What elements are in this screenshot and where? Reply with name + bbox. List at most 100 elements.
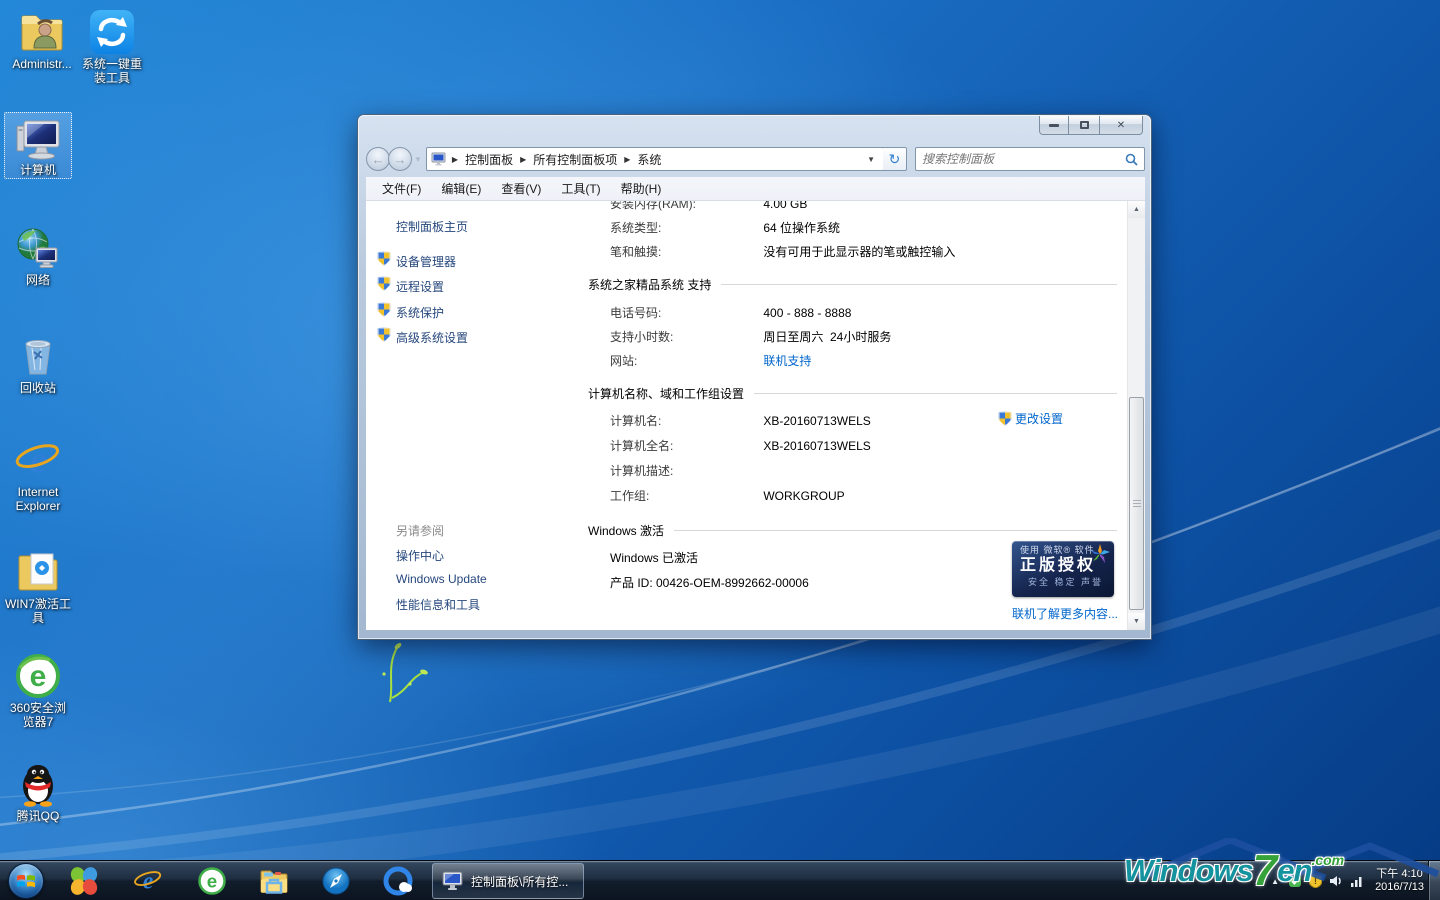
desktop-icon-label: Administr... bbox=[8, 57, 76, 71]
row-value: 400 - 888 - 8888 bbox=[763, 306, 851, 320]
control-panel-window-icon bbox=[442, 871, 464, 891]
vertical-scrollbar[interactable]: ▲ ▼ bbox=[1127, 201, 1145, 630]
row-label: 支持小时数: bbox=[610, 328, 760, 345]
desktop-icon-recycle-bin[interactable]: 回收站 bbox=[4, 330, 72, 397]
desktop-icon-win7-activation-tool[interactable]: WIN7激活工具 bbox=[4, 546, 72, 627]
explorer-folder-icon bbox=[259, 866, 289, 896]
scroll-down-button[interactable]: ▼ bbox=[1128, 613, 1145, 630]
menu-help[interactable]: 帮助(H) bbox=[611, 177, 672, 200]
search-input[interactable] bbox=[922, 152, 1125, 166]
row-label: 计算机名: bbox=[610, 412, 760, 429]
taskbar-qq-browser[interactable] bbox=[370, 861, 426, 900]
start-button[interactable] bbox=[8, 863, 44, 899]
minimize-button[interactable] bbox=[1039, 116, 1069, 135]
tray-network-icon[interactable] bbox=[1350, 874, 1364, 888]
desktop-icon-tencent-qq[interactable]: 腾讯QQ bbox=[4, 758, 72, 825]
computer-name-section-header: 计算机名称、域和工作组设置 bbox=[588, 385, 1117, 402]
taskbar-clock[interactable]: 下午 4:10 2016/7/13 bbox=[1371, 868, 1424, 894]
sidebar-see-also-header: 另请参阅 bbox=[396, 522, 444, 539]
recent-pages-dropdown-icon[interactable]: ▼ bbox=[414, 155, 422, 164]
genuine-star-icon bbox=[1090, 544, 1110, 564]
change-settings-link[interactable]: 更改设置 bbox=[1015, 410, 1063, 427]
desktop-icon-computer[interactable]: 计算机 bbox=[4, 112, 72, 179]
scrollbar-thumb[interactable] bbox=[1129, 397, 1144, 610]
maximize-button[interactable] bbox=[1069, 116, 1099, 135]
breadcrumb-arrow-icon: ▶ bbox=[520, 155, 526, 164]
row-label: 工作组: bbox=[610, 487, 760, 504]
row-label: 计算机全名: bbox=[610, 437, 760, 454]
taskbar-360-browser[interactable]: e bbox=[184, 861, 240, 900]
desktop-icon-label: WIN7激活工具 bbox=[4, 597, 72, 625]
row-value: WORKGROUP bbox=[763, 489, 844, 503]
row-label: 计算机描述: bbox=[610, 462, 760, 479]
taskbar-button-label: 控制面板\所有控... bbox=[471, 873, 568, 890]
qq-browser-icon bbox=[383, 866, 413, 896]
desktop: Administr... 系统一键重装工具 计算机 bbox=[0, 0, 1440, 900]
sidebar-performance-tools[interactable]: 性能信息和工具 bbox=[396, 596, 480, 613]
section-title: 计算机名称、域和工作组设置 bbox=[588, 385, 744, 402]
compass-browser-icon bbox=[321, 866, 351, 896]
info-row-website: 网站: 联机支持 bbox=[610, 352, 811, 369]
sidebar-advanced-settings[interactable]: 高级系统设置 bbox=[396, 329, 468, 346]
taskbar-compass-browser[interactable] bbox=[308, 861, 364, 900]
tray-green-icon[interactable] bbox=[1288, 874, 1302, 888]
360-browser-icon: e bbox=[197, 866, 227, 896]
taskbar-windows-explorer[interactable] bbox=[246, 861, 302, 900]
taskbar-internet-explorer[interactable]: e bbox=[120, 861, 176, 900]
row-label: 电话号码: bbox=[610, 304, 760, 321]
refresh-button[interactable]: ↻ bbox=[883, 147, 907, 171]
back-button[interactable]: ← bbox=[366, 147, 390, 171]
breadcrumb-control-panel[interactable]: 控制面板 bbox=[463, 149, 515, 170]
forward-button[interactable]: → bbox=[388, 147, 412, 171]
close-button[interactable]: ✕ bbox=[1099, 116, 1143, 135]
row-value: 4.00 GB bbox=[763, 201, 807, 211]
win7-activation-folder-icon bbox=[14, 548, 62, 596]
taskbar-window-button-control-panel[interactable]: 控制面板\所有控... bbox=[432, 863, 584, 899]
row-label: 系统类型: bbox=[610, 219, 760, 236]
sidebar-system-protection[interactable]: 系统保护 bbox=[396, 304, 444, 321]
change-settings[interactable]: 更改设置 bbox=[998, 410, 1063, 427]
desktop-icon-360-browser[interactable]: e 360安全浏览器7 bbox=[4, 650, 72, 731]
sidebar-windows-update[interactable]: Windows Update bbox=[396, 572, 487, 586]
desktop-icon-label: 腾讯QQ bbox=[4, 809, 72, 823]
show-hidden-icons-button[interactable]: ▲ bbox=[1269, 877, 1281, 886]
clock-time: 下午 4:10 bbox=[1375, 868, 1424, 881]
menu-view[interactable]: 查看(V) bbox=[491, 177, 551, 200]
desktop-icon-network[interactable]: 网络 bbox=[4, 222, 72, 289]
breadcrumb-arrow-icon: ▶ bbox=[452, 155, 458, 164]
desktop-icon-administrator[interactable]: Administr... bbox=[8, 6, 76, 73]
desktop-icon-label: 系统一键重装工具 bbox=[78, 57, 146, 85]
scroll-up-button[interactable]: ▲ bbox=[1128, 201, 1145, 218]
row-label: 安装内存(RAM): bbox=[610, 201, 760, 212]
svg-text:!: ! bbox=[1314, 876, 1317, 886]
row-label: 笔和触摸: bbox=[610, 243, 760, 260]
desktop-icon-label: 计算机 bbox=[4, 163, 72, 177]
desktop-icon-label: 回收站 bbox=[4, 381, 72, 395]
row-value: 周日至周六 24小时服务 bbox=[763, 330, 891, 344]
sidebar-device-manager[interactable]: 设备管理器 bbox=[396, 253, 456, 270]
taskbar-software-manager[interactable] bbox=[56, 861, 112, 900]
breadcrumb-all-items[interactable]: 所有控制面板项 bbox=[531, 149, 619, 170]
address-dropdown-icon[interactable]: ▼ bbox=[863, 155, 879, 164]
control-panel-icon bbox=[431, 151, 447, 167]
navigation-bar: ← → ▼ ▶ 控制面板 ▶ 所有控制面板项 ▶ 系统 ▼ ↻ bbox=[366, 143, 1145, 175]
address-bar[interactable]: ▶ 控制面板 ▶ 所有控制面板项 ▶ 系统 ▼ bbox=[426, 147, 884, 171]
learn-more-online-link[interactable]: 联机了解更多内容... bbox=[1012, 605, 1118, 622]
menu-edit[interactable]: 编辑(E) bbox=[431, 177, 491, 200]
breadcrumb-system[interactable]: 系统 bbox=[635, 149, 663, 170]
sidebar-remote-settings[interactable]: 远程设置 bbox=[396, 278, 444, 295]
row-value: XB-20160713WELS bbox=[763, 439, 870, 453]
online-support-link[interactable]: 联机支持 bbox=[763, 354, 811, 368]
desktop-icon-internet-explorer[interactable]: e Internet Explorer bbox=[4, 434, 72, 515]
desktop-icon-label: Internet Explorer bbox=[4, 485, 72, 513]
menu-file[interactable]: 文件(F) bbox=[372, 177, 431, 200]
tray-shield-icon[interactable]: ! bbox=[1309, 874, 1322, 888]
search-box[interactable] bbox=[915, 147, 1145, 171]
tray-volume-icon[interactable] bbox=[1329, 874, 1343, 888]
qq-penguin-icon bbox=[14, 760, 62, 808]
show-desktop-button[interactable] bbox=[1428, 861, 1440, 900]
desktop-icon-onekey-reinstall[interactable]: 系统一键重装工具 bbox=[78, 6, 146, 87]
menu-tools[interactable]: 工具(T) bbox=[551, 177, 610, 200]
sidebar-action-center[interactable]: 操作中心 bbox=[396, 547, 444, 564]
sidebar-control-panel-home[interactable]: 控制面板主页 bbox=[396, 218, 468, 235]
